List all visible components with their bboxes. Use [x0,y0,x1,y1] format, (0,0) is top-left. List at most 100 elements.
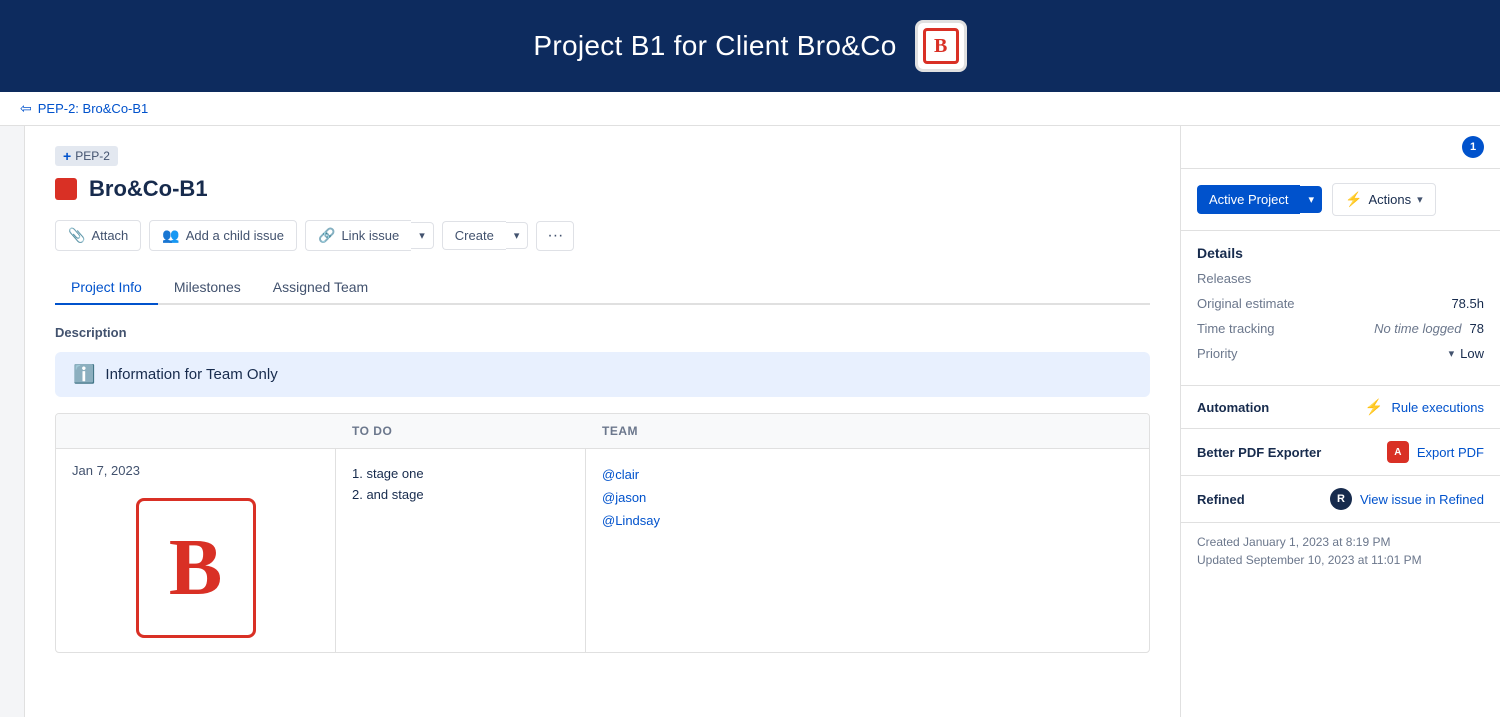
table-team-cell: @clair @jason @Lindsay [586,449,1149,652]
time-no-logged: No time logged [1374,321,1461,336]
add-child-issue-button[interactable]: 👥 Add a child issue [149,220,297,251]
attach-button[interactable]: 📎 Attach [55,220,141,251]
issue-title: Bro&Co-B1 [89,176,208,202]
list-item: 2. and stage [352,484,569,505]
active-project-dropdown[interactable]: ▾ [1300,186,1322,213]
dates-section: Created January 1, 2023 at 8:19 PM Updat… [1181,523,1500,583]
plus-icon: + [63,148,71,164]
time-tracking-values: No time logged 78 [1374,321,1484,336]
details-section: Details Releases Original estimate 78.5h… [1181,231,1500,386]
todo-list: 1. stage one 2. and stage [352,463,569,505]
create-dropdown: Create ▾ [442,221,529,250]
left-strip [0,126,25,717]
right-sidebar: 1 Active Project ▾ ⚡ Actions ▾ Details [1180,126,1500,717]
issue-id-badge: + PEP-2 [55,146,118,166]
team-list: @clair @jason @Lindsay [602,463,1133,532]
releases-row: Releases [1197,271,1484,286]
time-right: 78 [1470,321,1484,336]
time-tracking-row: Time tracking No time logged 78 [1197,321,1484,336]
table-col-team: Team [586,414,1149,448]
priority-label: Priority [1197,346,1237,361]
logo-icon [923,28,959,64]
pdf-icon: A [1387,441,1409,463]
page-header: Project B1 for Client Bro&Co [0,0,1500,92]
automation-row: Automation ⚡ Rule executions [1181,386,1500,429]
list-item: @clair [602,463,1133,486]
time-tracking-label: Time tracking [1197,321,1275,336]
add-child-icon: 👥 [162,227,179,244]
rule-executions-link[interactable]: Rule executions [1392,400,1485,415]
refined-row: Refined R View issue in Refined [1181,476,1500,523]
original-estimate-value: 78.5h [1451,296,1484,311]
list-item: 1. stage one [352,463,569,484]
content-area: + PEP-2 Bro&Co-B1 📎 Attach 👥 [25,126,1180,717]
info-banner-text: Information for Team Only [105,366,277,383]
automation-label: Automation [1197,400,1357,415]
export-pdf-link[interactable]: Export PDF [1417,445,1484,460]
table-date-cell: Jan 7, 2023 B [56,449,336,652]
issue-color-indicator [55,178,77,200]
list-item: @jason [602,486,1133,509]
table-todo-cell: 1. stage one 2. and stage [336,449,586,652]
table-col-todo: TO DO [336,414,586,448]
releases-label: Releases [1197,271,1251,286]
header-title: Project B1 for Client Bro&Co [533,30,896,62]
info-icon: ℹ️ [73,364,95,385]
more-options-button[interactable]: ··· [536,221,574,251]
automation-icon: ⚡ [1365,398,1384,416]
pdf-exporter-label: Better PDF Exporter [1197,445,1379,460]
priority-value-row: ▾ Low [1449,346,1484,361]
create-arrow[interactable]: ▾ [506,222,529,249]
logo-cell: B [72,478,319,638]
lightning-icon: ⚡ [1345,191,1362,208]
table-header: TO DO Team [56,414,1149,449]
actions-button[interactable]: ⚡ Actions ▾ [1332,183,1436,216]
tab-milestones[interactable]: Milestones [158,271,257,305]
details-title: Details [1197,245,1484,261]
priority-value: Low [1460,346,1484,361]
info-banner: ℹ️ Information for Team Only [55,352,1150,397]
attach-icon: 📎 [68,227,85,244]
refined-logo-icon: R [1330,488,1352,510]
content-table: TO DO Team Jan 7, 2023 B [55,413,1150,653]
tab-project-info[interactable]: Project Info [55,271,158,305]
toolbar: 📎 Attach 👥 Add a child issue 🔗 Link issu… [55,220,1150,251]
tabs-bar: Project Info Milestones Assigned Team [55,271,1150,305]
notification-badge: 1 [1462,136,1484,158]
link-icon: 🔗 [318,227,335,244]
original-estimate-label: Original estimate [1197,296,1295,311]
breadcrumb-link[interactable]: PEP-2: Bro&Co-B1 [38,101,149,116]
link-issue-button[interactable]: 🔗 Link issue [305,220,411,251]
table-body: Jan 7, 2023 B 1. stage one 2. a [56,449,1149,652]
refined-label: Refined [1197,492,1322,507]
updated-date: Updated September 10, 2023 at 11:01 PM [1197,553,1484,567]
active-project-button[interactable]: Active Project [1197,185,1300,214]
priority-row: Priority ▾ Low [1197,346,1484,361]
sidebar-notification-row: 1 [1181,126,1500,169]
sidebar-actions-row: Active Project ▾ ⚡ Actions ▾ [1181,169,1500,231]
pdf-exporter-row: Better PDF Exporter A Export PDF [1181,429,1500,476]
priority-chevron-icon: ▾ [1449,347,1455,360]
view-in-refined-link[interactable]: View issue in Refined [1360,492,1484,507]
notification-count: 1 [1462,136,1484,158]
table-col-date [56,414,336,448]
breadcrumb-arrow-icon: ⇦ [20,100,32,117]
tab-assigned-team[interactable]: Assigned Team [257,271,384,305]
link-issue-arrow[interactable]: ▾ [411,222,434,249]
created-date: Created January 1, 2023 at 8:19 PM [1197,535,1484,549]
big-brand-logo: B [136,498,256,638]
table-date: Jan 7, 2023 [72,463,319,478]
issue-id: PEP-2 [75,149,110,163]
issue-title-row: Bro&Co-B1 [55,176,1150,202]
original-estimate-row: Original estimate 78.5h [1197,296,1484,311]
brand-logo [915,20,967,72]
breadcrumb: ⇦ PEP-2: Bro&Co-B1 [0,92,1500,126]
issue-id-row: + PEP-2 [55,146,1150,166]
active-project-group: Active Project ▾ [1197,185,1322,214]
create-button[interactable]: Create [442,221,506,250]
big-logo-letter: B [169,528,222,608]
description-label: Description [55,325,1150,340]
issue-panel: + PEP-2 Bro&Co-B1 📎 Attach 👥 [25,126,1180,717]
list-item: @Lindsay [602,509,1133,532]
link-issue-dropdown: 🔗 Link issue ▾ [305,220,434,251]
